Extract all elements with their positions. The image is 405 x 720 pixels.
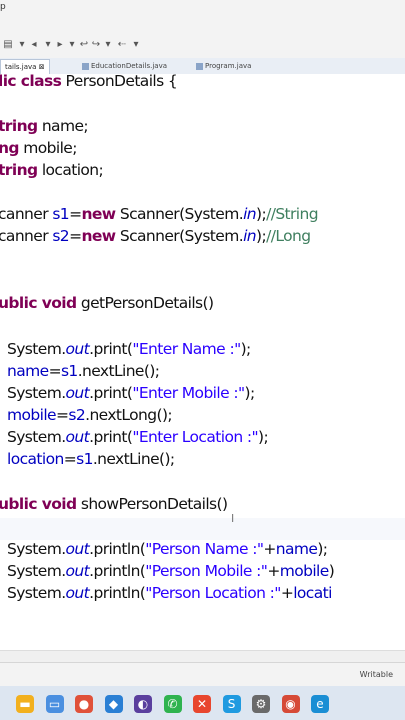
code-line: canner s2=new Scanner(System.in);//Long [0,227,311,245]
vscode-icon[interactable]: ◆ [104,695,123,713]
file-explorer-icon[interactable]: ▬ [16,695,34,713]
nav-icon[interactable]: ▸ [54,39,66,51]
mail-icon[interactable]: ▭ [45,695,64,713]
code-line: ublic void showPersonDetails() [0,495,228,513]
nav-back-icon[interactable]: ⇠ [116,39,128,51]
dropdown-icon[interactable]: ▾ [102,39,114,51]
tab-label: Program.java [205,62,252,70]
code-line: tring location; [0,161,104,179]
browser-icon[interactable]: ● [75,695,93,713]
code-line: mobile=s2.nextLong(); [7,406,173,424]
whatsapp-icon[interactable]: ✆ [163,695,182,713]
tab-label: EducationDetails.java [91,62,168,70]
toolbar-icon[interactable]: ▤ [2,39,14,51]
code-line: System.out.println("Person Mobile :"+mob… [7,562,335,580]
code-editor[interactable]: lic class PersonDetails { tring name; ng… [0,74,405,664]
tab-label: tails.java [5,63,37,71]
forward-icon[interactable]: ↪ [90,39,102,51]
code-line: location=s1.nextLine(); [7,450,175,468]
java-file-icon [196,62,203,70]
taskbar: ▬ ▭ ● ◆ ◐ ✆ ✕ S ⚙ ◉ e [0,686,405,720]
close-icon[interactable]: ⊠ [39,63,45,71]
code-line: tring name; [0,117,89,135]
code-line: System.out.print("Enter Name :"); [7,340,251,358]
dropdown-icon[interactable]: ▾ [66,39,78,51]
java-file-icon [82,62,89,70]
code-line: canner s1=new Scanner(System.in);//Strin… [0,205,319,223]
code-line: lic class PersonDetails { [0,74,178,90]
edge-icon[interactable]: e [311,695,329,713]
tab-program[interactable]: Program.java [192,59,255,73]
code-line: name=s1.nextLine(); [7,362,160,380]
dropdown-icon[interactable]: ▾ [130,39,142,51]
eclipse-icon[interactable]: ◐ [134,695,152,713]
code-line: System.out.print("Enter Mobile :"); [7,384,255,402]
current-line-highlight [0,518,405,540]
dropdown-icon[interactable]: ▾ [42,39,54,51]
status-bar: Writable [0,662,405,687]
menu-fragment[interactable]: p [0,2,6,12]
tab-persondetails[interactable]: tails.java ⊠ [0,59,50,74]
app-icon[interactable]: ✕ [193,695,211,713]
editor-tabs: tails.java ⊠ EducationDetails.java Progr… [0,58,405,75]
nav-icon[interactable]: ◂ [28,39,40,51]
code-line: System.out.println("Person Location :"+l… [7,584,332,602]
back-icon[interactable]: ↩ [78,39,90,51]
writable-status: Writable [359,670,393,679]
tab-educationdetails[interactable]: EducationDetails.java [78,59,171,73]
text-cursor-icon: I [231,512,235,525]
chrome-icon[interactable]: ◉ [281,695,300,713]
code-line: ng mobile; [0,139,77,157]
dropdown-icon[interactable]: ▾ [16,39,28,51]
code-line: System.out.print("Enter Location :"); [7,428,269,446]
toolbar: ▤ ▾ ◂ ▾ ▸ ▾ ↩ ↪ ▾ ⇠ ▾ [0,32,405,59]
menu-bar: p [0,0,405,32]
skype-icon[interactable]: S [222,695,241,713]
settings-icon[interactable]: ⚙ [252,695,270,713]
code-line: System.out.println("Person Name :"+name)… [7,540,328,558]
code-line: ublic void getPersonDetails() [0,294,214,312]
